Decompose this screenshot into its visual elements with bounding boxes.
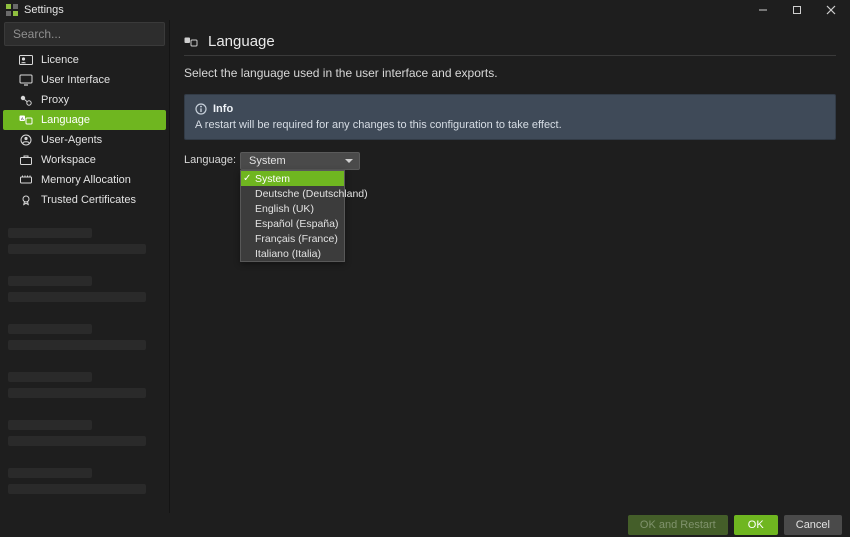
content-panel: Language Select the language used in the…	[170, 20, 850, 513]
cancel-button[interactable]: Cancel	[784, 515, 842, 535]
monitor-icon	[19, 74, 33, 86]
window-title: Settings	[24, 4, 64, 16]
briefcase-icon	[19, 154, 33, 166]
sidebar-placeholder-area	[0, 210, 169, 537]
info-panel: Info A restart will be required for any …	[184, 94, 836, 140]
sidebar-item-label: Memory Allocation	[41, 174, 131, 186]
info-title: Info	[213, 103, 233, 115]
language-option-deutsche[interactable]: Deutsche (Deutschland)	[241, 186, 344, 201]
app-icon	[6, 4, 18, 16]
search-input[interactable]	[4, 22, 165, 46]
proxy-icon	[19, 94, 33, 106]
memory-icon	[19, 174, 33, 186]
sidebar-item-label: Trusted Certificates	[41, 194, 136, 206]
language-label: Language:	[184, 152, 232, 166]
certificate-icon	[19, 194, 33, 206]
sidebar-item-user-agents[interactable]: User-Agents	[3, 130, 166, 150]
sidebar-item-label: Workspace	[41, 154, 96, 166]
sidebar-item-memory-allocation[interactable]: Memory Allocation	[3, 170, 166, 190]
sidebar: Licence User Interface Proxy A Language	[0, 20, 170, 513]
titlebar: Settings	[0, 0, 850, 20]
language-option-espanol[interactable]: Español (España)	[241, 216, 344, 231]
language-combobox[interactable]: System	[240, 152, 360, 170]
sidebar-item-workspace[interactable]: Workspace	[3, 150, 166, 170]
user-circle-icon	[19, 134, 33, 146]
ok-button[interactable]: OK	[734, 515, 778, 535]
user-card-icon	[19, 54, 33, 66]
sidebar-item-label: Language	[41, 114, 90, 126]
sidebar-item-label: User-Agents	[41, 134, 102, 146]
close-button[interactable]	[814, 0, 848, 20]
language-option-francais[interactable]: Français (France)	[241, 231, 344, 246]
ok-and-restart-button[interactable]: OK and Restart	[628, 515, 728, 535]
page-description: Select the language used in the user int…	[184, 66, 836, 80]
language-dropdown: System Deutsche (Deutschland) English (U…	[240, 170, 345, 262]
language-form-row: Language: System System Deutsche (Deutsc…	[184, 152, 836, 170]
language-option-system[interactable]: System	[241, 171, 344, 186]
sidebar-item-licence[interactable]: Licence	[3, 50, 166, 70]
language-option-italiano[interactable]: Italiano (Italia)	[241, 246, 344, 261]
sidebar-item-label: Proxy	[41, 94, 69, 106]
page-header: Language	[184, 28, 836, 56]
sidebar-item-label: Licence	[41, 54, 79, 66]
language-icon	[184, 36, 198, 48]
sidebar-item-proxy[interactable]: Proxy	[3, 90, 166, 110]
sidebar-item-language[interactable]: A Language	[3, 110, 166, 130]
language-option-english-uk[interactable]: English (UK)	[241, 201, 344, 216]
sidebar-item-user-interface[interactable]: User Interface	[3, 70, 166, 90]
language-icon: A	[19, 114, 33, 126]
svg-text:A: A	[21, 116, 24, 121]
maximize-button[interactable]	[780, 0, 814, 20]
sidebar-item-label: User Interface	[41, 74, 110, 86]
info-icon	[195, 103, 207, 115]
info-body: A restart will be required for any chang…	[195, 119, 825, 131]
language-combobox-value: System	[249, 155, 286, 167]
dialog-footer: OK and Restart OK Cancel	[0, 513, 850, 537]
nav-list: Licence User Interface Proxy A Language	[0, 50, 169, 210]
minimize-button[interactable]	[746, 0, 780, 20]
page-title: Language	[208, 33, 275, 50]
sidebar-item-trusted-certificates[interactable]: Trusted Certificates	[3, 190, 166, 210]
